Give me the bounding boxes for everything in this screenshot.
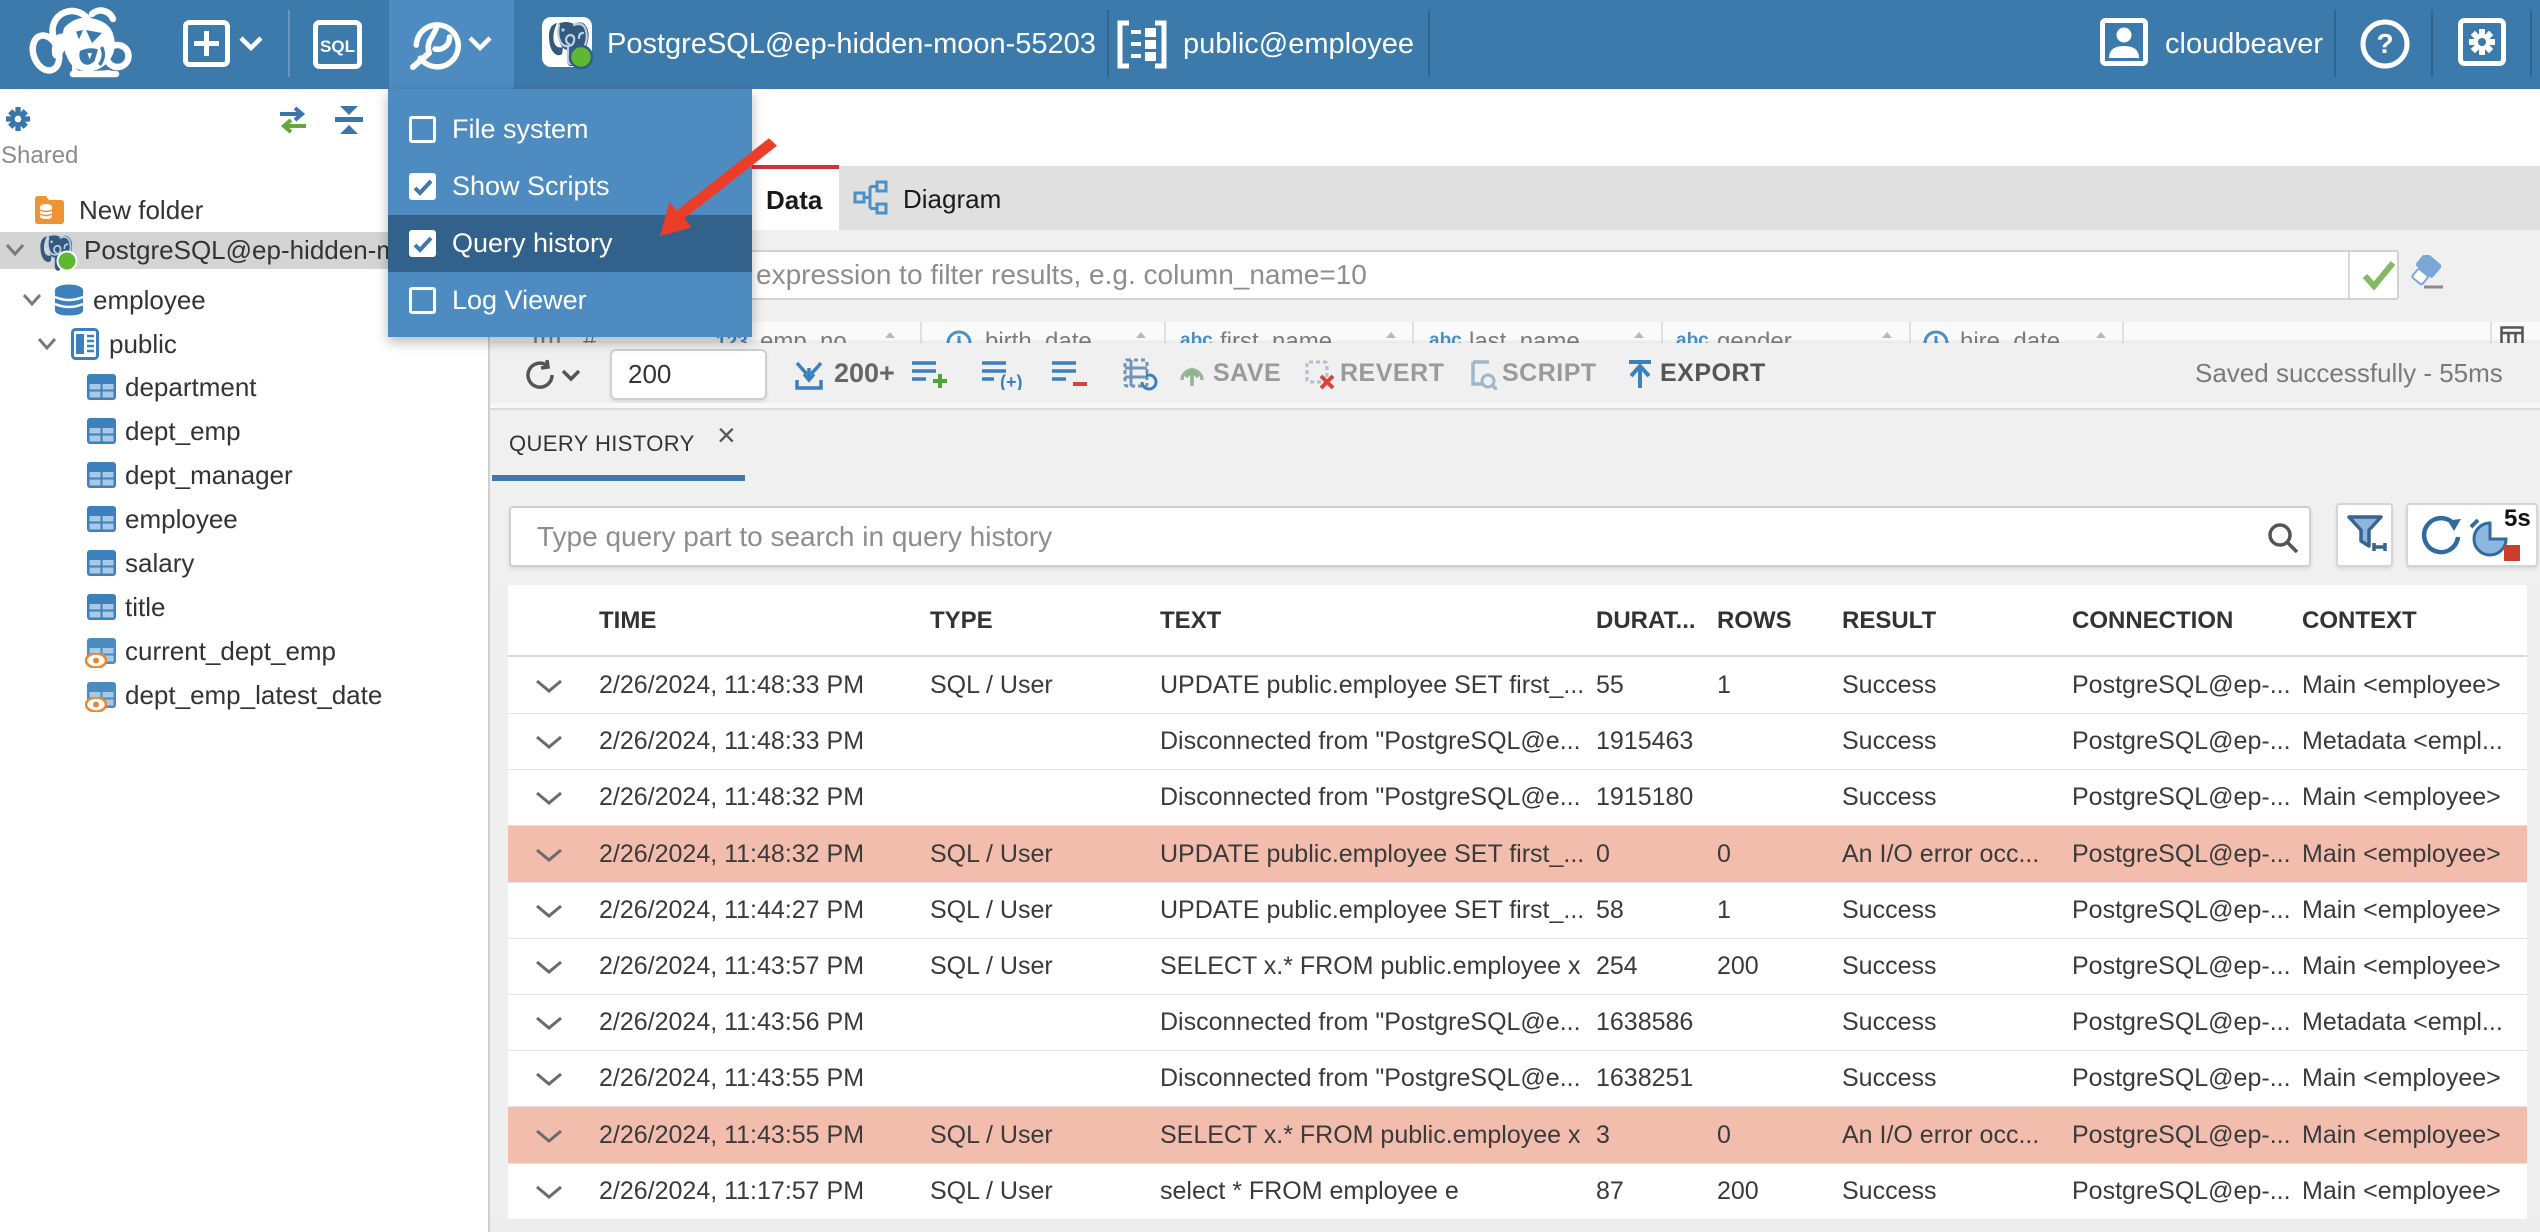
svg-text:?: ? — [2376, 28, 2393, 59]
svg-text:(+): (+) — [1000, 372, 1023, 390]
svg-text:SQL: SQL — [320, 37, 355, 56]
